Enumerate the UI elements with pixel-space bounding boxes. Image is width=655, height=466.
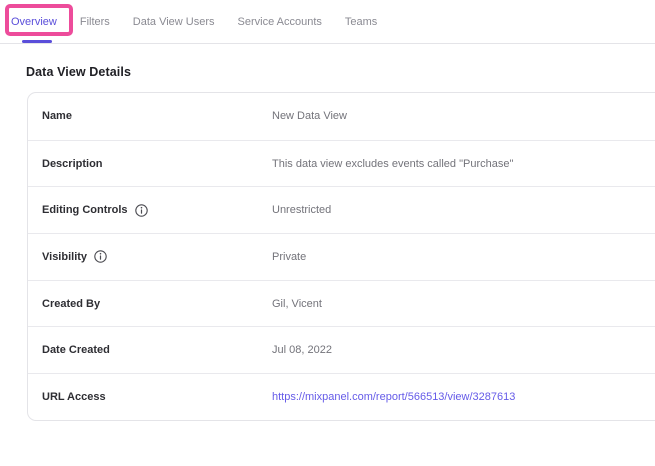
detail-label-text: Description — [42, 158, 103, 170]
detail-row-url-access: URL Access https://mixpanel.com/report/5… — [28, 373, 655, 420]
detail-label-text: URL Access — [42, 391, 106, 403]
detail-label-text: Editing Controls — [42, 204, 128, 216]
detail-label-text: Name — [42, 110, 72, 122]
detail-row-description: Description This data view excludes even… — [28, 140, 655, 187]
tab-overview[interactable]: Overview — [11, 16, 57, 28]
detail-row-label: Description — [42, 158, 272, 170]
detail-row-label: Name — [42, 110, 272, 122]
detail-label-text: Created By — [42, 298, 100, 310]
detail-row-label: Visibility — [42, 250, 272, 263]
detail-row-value: Unrestricted — [272, 204, 331, 216]
info-icon[interactable] — [135, 204, 148, 217]
detail-label-text: Date Created — [42, 344, 110, 356]
detail-row-label: Date Created — [42, 344, 272, 356]
details-card: Name New Data View Description This data… — [27, 92, 655, 421]
tab-teams[interactable]: Teams — [345, 16, 377, 28]
detail-row-date-created: Date Created Jul 08, 2022 — [28, 326, 655, 373]
tab-service-accounts[interactable]: Service Accounts — [238, 16, 322, 28]
active-tab-indicator — [22, 40, 52, 43]
detail-row-created-by: Created By Gil, Vicent — [28, 280, 655, 327]
detail-row-label: Created By — [42, 298, 272, 310]
detail-row-value: This data view excludes events called "P… — [272, 158, 513, 170]
info-icon[interactable] — [94, 250, 107, 263]
detail-row-label: Editing Controls — [42, 204, 272, 217]
detail-row-value: New Data View — [272, 110, 347, 122]
data-view-settings-page: Overview Filters Data View Users Service… — [0, 0, 655, 421]
detail-row-value: Private — [272, 251, 306, 263]
tab-bar: Overview Filters Data View Users Service… — [0, 0, 655, 44]
page-title: Data View Details — [26, 65, 655, 79]
detail-row-value: https://mixpanel.com/report/566513/view/… — [272, 391, 515, 403]
detail-row-editing-controls: Editing Controls Unrestricted — [28, 186, 655, 233]
detail-row-name: Name New Data View — [28, 93, 655, 140]
detail-label-text: Visibility — [42, 251, 87, 263]
detail-row-visibility: Visibility Private — [28, 233, 655, 280]
detail-row-value: Gil, Vicent — [272, 298, 322, 310]
tab-data-view-users[interactable]: Data View Users — [133, 16, 215, 28]
detail-row-label: URL Access — [42, 391, 272, 403]
url-access-link[interactable]: https://mixpanel.com/report/566513/view/… — [272, 391, 515, 403]
tab-filters[interactable]: Filters — [80, 16, 110, 28]
detail-row-value: Jul 08, 2022 — [272, 344, 332, 356]
